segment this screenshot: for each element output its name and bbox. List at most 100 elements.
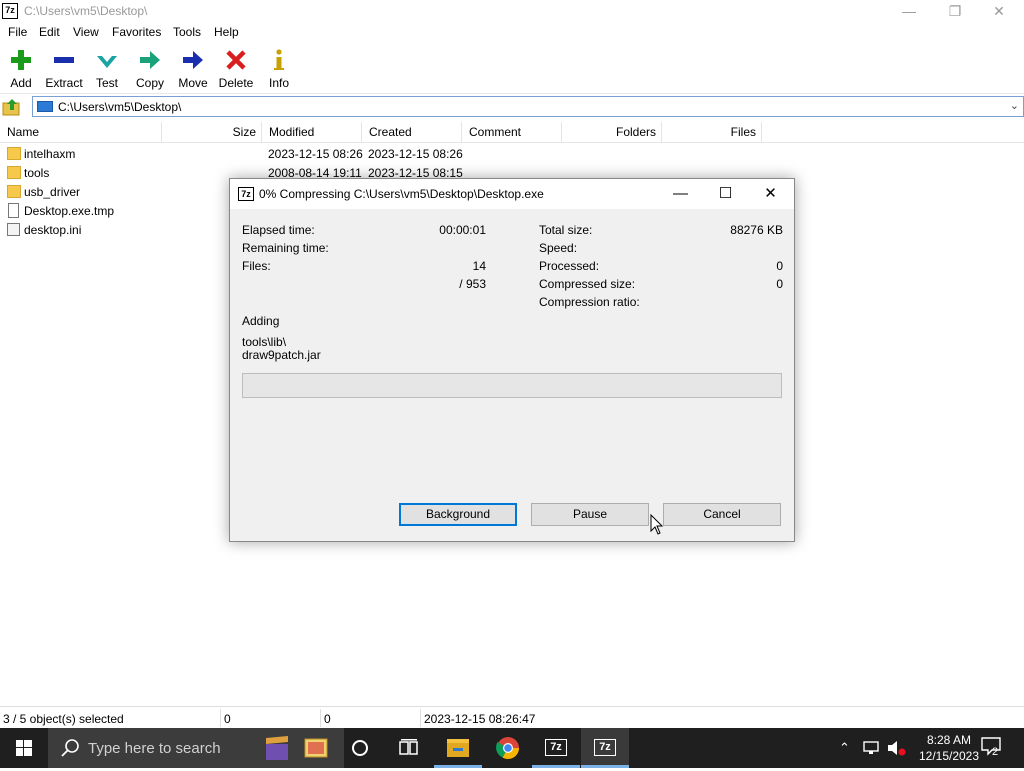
- mouse-cursor-icon: [650, 514, 664, 535]
- file-name: tools: [24, 166, 50, 180]
- move-label: Move: [178, 76, 208, 90]
- status-bar: 3 / 5 object(s) selected 0 0 2023-12-15 …: [0, 706, 1024, 728]
- column-created[interactable]: Created: [362, 122, 462, 143]
- start-button[interactable]: [0, 728, 48, 768]
- files-total: / 953: [459, 277, 486, 291]
- address-path: C:\Users\vm5\Desktop\: [58, 100, 182, 114]
- compressed-size-label: Compressed size:: [539, 277, 636, 291]
- file-row[interactable]: intelhaxm 2023-12-15 08:26 2023-12-15 08…: [0, 145, 1024, 164]
- taskbar: Type here to search 7z 7z ⌃ 8:28 AM 12/1…: [0, 728, 1024, 768]
- search-icon: [61, 739, 79, 757]
- clock-time: 8:28 AM: [926, 733, 972, 747]
- elapsed-label: Elapsed time:: [242, 223, 315, 237]
- task-view-icon: [399, 739, 418, 755]
- file-name: desktop.ini: [24, 223, 82, 237]
- menu-edit[interactable]: Edit: [39, 25, 60, 39]
- computer-icon: [37, 101, 53, 112]
- clock[interactable]: 8:28 AM 12/15/2023: [914, 732, 984, 764]
- column-files[interactable]: Files: [662, 122, 762, 143]
- menu-help[interactable]: Help: [214, 25, 239, 39]
- files-label: Files:: [242, 259, 271, 273]
- 7zip-progress-taskbar-button[interactable]: 7z: [581, 728, 629, 768]
- chevron-down-icon[interactable]: ⌄: [1010, 99, 1019, 112]
- info-label: Info: [268, 76, 289, 90]
- file-created: 2023-12-15 08:26: [368, 147, 463, 161]
- delete-button[interactable]: Delete: [218, 48, 254, 92]
- minimize-button[interactable]: —: [886, 0, 932, 22]
- column-name[interactable]: Name: [0, 122, 162, 143]
- folder-icon: [7, 166, 21, 179]
- restore-button[interactable]: ❐: [932, 0, 978, 22]
- address-input[interactable]: C:\Users\vm5\Desktop\ ⌄: [32, 96, 1024, 117]
- movie-maker-icon[interactable]: [262, 732, 294, 764]
- taskbar-search-box[interactable]: Type here to search: [48, 728, 344, 768]
- status-divider: [420, 709, 421, 727]
- copy-button[interactable]: Copy: [133, 48, 167, 92]
- delete-label: Delete: [218, 76, 254, 90]
- move-button[interactable]: Move: [176, 48, 210, 92]
- file-name: intelhaxm: [24, 147, 76, 161]
- copy-label: Copy: [135, 76, 164, 90]
- file-name: Desktop.exe.tmp: [24, 204, 115, 218]
- add-label: Add: [10, 76, 32, 90]
- column-comment[interactable]: Comment: [462, 122, 562, 143]
- column-size[interactable]: Size: [162, 122, 262, 143]
- cancel-button[interactable]: Cancel: [663, 503, 781, 526]
- remaining-label: Remaining time:: [242, 241, 329, 255]
- chrome-icon: [496, 737, 519, 759]
- photos-app-icon[interactable]: [300, 732, 332, 764]
- folder-up-icon[interactable]: [2, 98, 22, 116]
- notification-center-button[interactable]: 2: [980, 736, 1006, 760]
- operation-status: Adding: [242, 314, 280, 328]
- network-icon[interactable]: [862, 740, 880, 756]
- chevron-up-icon[interactable]: ⌃: [839, 740, 850, 756]
- maximize-button[interactable]: ☐: [703, 179, 748, 209]
- folder-icon: [7, 147, 21, 160]
- compress-progress-dialog: 7z 0% Compressing C:\Users\vm5\Desktop\D…: [229, 178, 795, 542]
- extract-button[interactable]: Extract: [43, 48, 85, 92]
- close-button[interactable]: ✕: [748, 179, 793, 209]
- move-arrow-icon: [183, 51, 203, 69]
- column-folders[interactable]: Folders: [562, 122, 662, 143]
- column-modified[interactable]: Modified: [262, 122, 362, 143]
- check-icon: [97, 56, 117, 68]
- cortana-circle-icon: [352, 740, 368, 756]
- 7zip-app-icon: 7z: [2, 3, 18, 19]
- close-button[interactable]: ✕: [976, 0, 1022, 22]
- volume-muted-icon[interactable]: [886, 740, 906, 756]
- status-selection: 3 / 5 object(s) selected: [3, 712, 124, 726]
- compressed-size-value: 0: [776, 277, 783, 291]
- menu-view[interactable]: View: [73, 25, 99, 39]
- menu-bar: File Edit View Favorites Tools Help: [0, 22, 1024, 42]
- chrome-taskbar-button[interactable]: [484, 728, 532, 768]
- menu-file[interactable]: File: [8, 25, 27, 39]
- 7zip-app-icon: 7z: [238, 187, 254, 201]
- status-packed: 0: [324, 712, 331, 726]
- settings-file-icon: [7, 223, 20, 236]
- info-button[interactable]: Info: [266, 48, 292, 92]
- status-size: 0: [224, 712, 231, 726]
- test-button[interactable]: Test: [93, 48, 121, 92]
- minimize-button[interactable]: —: [658, 179, 703, 209]
- menu-favorites[interactable]: Favorites: [112, 25, 161, 39]
- pause-button[interactable]: Pause: [531, 503, 649, 526]
- elapsed-value: 00:00:01: [439, 223, 486, 237]
- task-view-button[interactable]: [384, 728, 432, 768]
- background-button[interactable]: Background: [399, 503, 517, 526]
- info-icon: [274, 49, 284, 70]
- file-explorer-taskbar-button[interactable]: [434, 728, 482, 768]
- menu-tools[interactable]: Tools: [173, 25, 201, 39]
- file-modified: 2023-12-15 08:26: [268, 147, 363, 161]
- folder-icon: [447, 739, 469, 757]
- processed-label: Processed:: [539, 259, 600, 273]
- windows-logo-icon: [16, 740, 32, 756]
- file-list-header: Name Size Modified Created Comment Folde…: [0, 122, 1024, 143]
- progress-bar: [242, 373, 782, 398]
- copy-arrow-icon: [140, 51, 160, 69]
- add-button[interactable]: Add: [4, 48, 38, 92]
- 7zip-taskbar-button[interactable]: 7z: [532, 728, 580, 768]
- notification-icon: [981, 737, 1001, 756]
- cortana-button[interactable]: [336, 728, 384, 768]
- files-value: 14: [472, 259, 486, 273]
- x-icon: [226, 50, 246, 70]
